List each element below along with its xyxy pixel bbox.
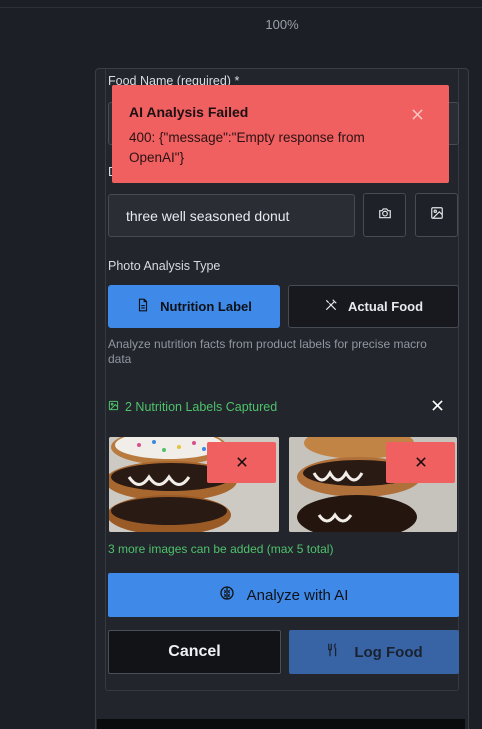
image-icon [108,400,119,414]
document-icon [136,298,150,315]
close-icon [415,454,426,472]
actual-food-toggle[interactable]: Actual Food [288,285,459,328]
log-food-button[interactable]: Log Food [289,630,459,674]
analyze-label: Analyze with AI [246,586,349,604]
cancel-button[interactable]: Cancel [108,630,281,674]
toast-title: AI Analysis Failed [129,104,249,120]
clear-images-button[interactable] [428,398,446,416]
photo-type-label: Photo Analysis Type [108,259,221,273]
zoom-level: 100% [265,17,299,32]
brain-icon [219,585,235,605]
analyze-with-ai-button[interactable]: Analyze with AI [108,573,459,617]
analysis-help-text: Analyze nutrition facts from product lab… [108,337,427,366]
cancel-label: Cancel [168,643,221,660]
actual-food-text: Actual Food [347,299,424,314]
close-icon [411,107,423,125]
upload-image-button[interactable] [415,193,458,237]
description-value: three well seasoned donut [126,207,290,224]
error-toast: AI Analysis Failed 400: {"message":"Empt… [112,85,449,183]
nutrition-label-text: Nutrition Label [160,299,252,314]
close-icon [431,398,443,416]
close-icon [236,454,247,472]
remove-image-1-button[interactable] [207,442,276,483]
top-bar [0,0,482,8]
captured-status: 2 Nutrition Labels Captured [108,400,277,414]
remove-image-2-button[interactable] [386,442,455,483]
camera-icon [378,206,392,225]
nutrition-label-toggle[interactable]: Nutrition Label [108,285,280,328]
log-food-label: Log Food [354,643,423,661]
bottom-bar [97,719,465,729]
toast-close-button[interactable] [409,108,425,124]
utensils-icon [325,642,340,662]
description-input[interactable]: three well seasoned donut [108,194,355,237]
more-images-hint: 3 more images can be added (max 5 total) [108,542,334,556]
camera-button[interactable] [363,193,406,237]
image-icon [430,206,444,225]
captured-text: 2 Nutrition Labels Captured [125,400,278,414]
utensils-icon [324,298,338,315]
toast-message: 400: {"message":"Empty response from Ope… [129,130,365,165]
